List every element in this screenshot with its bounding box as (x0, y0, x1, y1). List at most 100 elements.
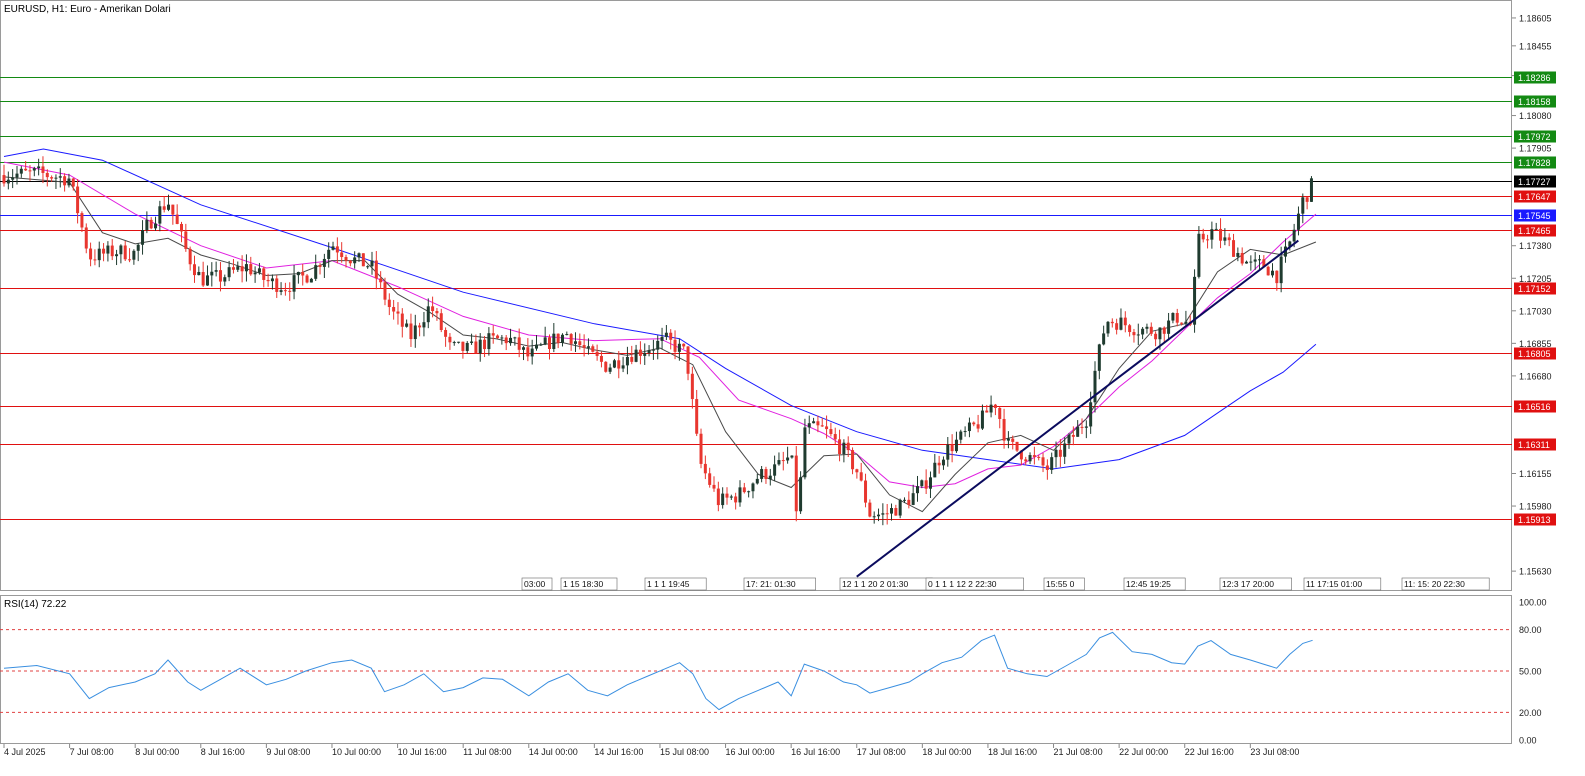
candle-body (656, 340, 660, 350)
candle-body (439, 313, 443, 330)
candle-body (764, 469, 768, 480)
candle-body (322, 258, 326, 267)
candle-body (967, 422, 971, 432)
rsi-axis-label: 100.00 (1519, 598, 1547, 608)
candle-body (2, 175, 6, 184)
candle-body (829, 429, 833, 435)
time-axis-label: 16 Jul 16:00 (791, 747, 840, 757)
candle-body (708, 473, 712, 485)
candle-body (1249, 261, 1253, 263)
candle-body (993, 404, 997, 409)
price-axis-label: 1.15980 (1519, 502, 1552, 512)
candle-body (197, 271, 201, 276)
candle-body (240, 266, 244, 272)
candle-body (682, 343, 686, 347)
candle-body (205, 275, 209, 286)
time-axis-label: 18 Jul 00:00 (922, 747, 971, 757)
candle-body (1071, 434, 1075, 437)
candle-body (1154, 333, 1158, 340)
candle-body (1219, 228, 1223, 241)
candle-body (928, 477, 932, 489)
candle-body (292, 275, 296, 292)
candle-body (1032, 455, 1036, 457)
candle-body (1197, 233, 1201, 277)
candle-body (405, 323, 409, 327)
candle-body (1167, 320, 1171, 334)
candle-body (820, 425, 824, 427)
candle-body (902, 499, 906, 501)
candle-body (444, 329, 448, 337)
candle-body (1097, 344, 1101, 371)
candle-body (409, 323, 413, 340)
candle-body (470, 341, 474, 343)
candle-body (807, 423, 811, 428)
candle-body (1024, 459, 1028, 462)
candle-body (231, 267, 235, 270)
candle-body (344, 257, 348, 261)
candle-body (1309, 178, 1313, 202)
candle-body (1279, 256, 1283, 284)
candle-body (192, 264, 196, 276)
candle-body (954, 439, 958, 452)
price-tag-label: 1.17152 (1518, 284, 1551, 294)
price-tag-label: 1.17465 (1518, 226, 1551, 236)
candle-body (980, 410, 984, 429)
candle-body (877, 514, 881, 517)
candle-body (803, 427, 807, 478)
candle-body (915, 486, 919, 494)
candle-body (816, 421, 820, 426)
candle-body (976, 424, 980, 429)
time-axis-label: 18 Jul 16:00 (988, 747, 1037, 757)
candle-body (97, 248, 101, 261)
candle-body (1110, 321, 1114, 324)
candle-body (963, 431, 967, 433)
candle-body (1089, 402, 1093, 427)
candle-body (898, 499, 902, 516)
candle-body (491, 333, 495, 336)
candle-body (1132, 332, 1136, 336)
candle-body (1206, 239, 1210, 241)
price-tag-label: 1.17647 (1518, 192, 1551, 202)
candle-body (565, 334, 569, 336)
candle-body (552, 333, 556, 349)
candle-body (483, 339, 487, 350)
candle-body (309, 278, 313, 283)
candle-body (777, 460, 781, 465)
candle-body (370, 260, 374, 267)
candle-body (314, 265, 318, 279)
time-axis-label: 22 Jul 16:00 (1185, 747, 1234, 757)
candle-body (1266, 266, 1270, 276)
candle-body (487, 333, 491, 350)
candle-body (1193, 276, 1197, 325)
price-tag-label: 1.18286 (1518, 73, 1551, 83)
moving-average-fast (3, 176, 1317, 513)
candle-body (15, 173, 19, 178)
candle-body (1128, 325, 1132, 333)
candle-body (920, 480, 924, 487)
candle-body (751, 483, 755, 492)
candle-body (102, 248, 106, 254)
candle-body (6, 179, 10, 184)
candle-body (180, 223, 184, 232)
candle-body (1063, 443, 1067, 457)
candle-body (647, 350, 651, 353)
candle-body (1084, 426, 1088, 428)
candle-body (630, 356, 634, 362)
candle-body (933, 462, 937, 478)
candle-body (500, 337, 504, 339)
candle-body (1162, 327, 1166, 334)
candle-body (400, 313, 404, 327)
candle-body (833, 434, 837, 440)
candle-body (1171, 312, 1175, 321)
candle-body (1270, 270, 1274, 276)
candle-body (1054, 449, 1058, 458)
candle-body (881, 513, 885, 515)
candle-body (812, 421, 816, 424)
candle-body (790, 455, 794, 458)
candle-body (617, 360, 621, 369)
candle-body (141, 230, 145, 245)
candle-body (1145, 326, 1149, 329)
candle-body (734, 496, 738, 503)
candle-body (1240, 252, 1244, 264)
candle-body (1076, 426, 1080, 437)
